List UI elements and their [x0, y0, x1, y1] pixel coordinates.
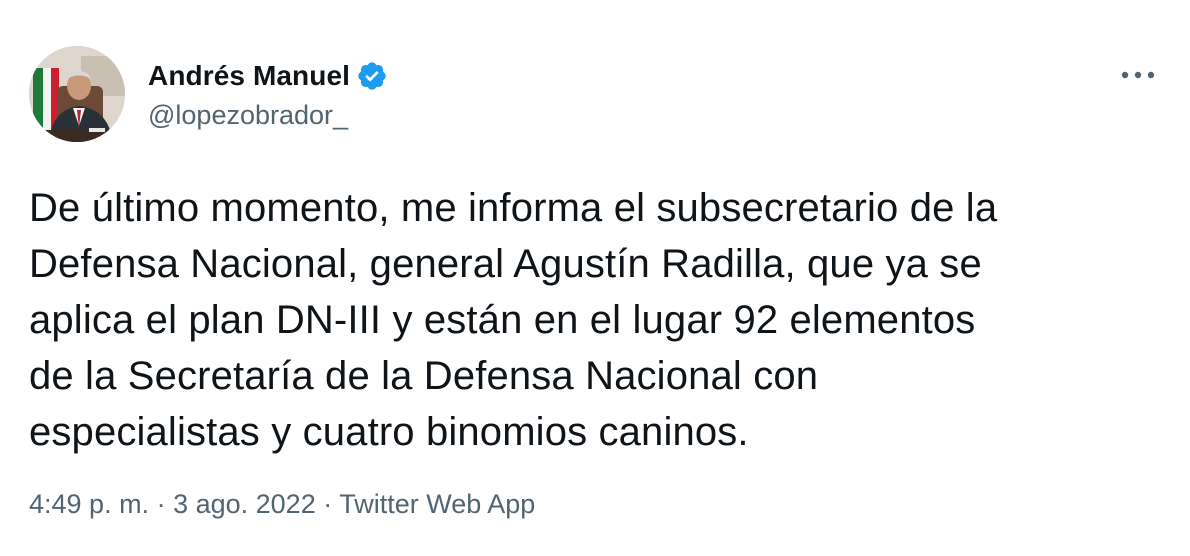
tweet-text-line: especialistas y cuatro binomios caninos. [29, 410, 749, 454]
tweet-text-line: De último momento, me informa el subsecr… [29, 186, 998, 230]
tweet-card: Andrés Manuel @lopezobrador_ De último m… [0, 0, 1190, 556]
avatar[interactable] [29, 46, 125, 142]
tweet-text-line: aplica el plan DN-III y están en el luga… [29, 298, 976, 342]
tweet-time[interactable]: 4:49 p. m. [29, 489, 149, 519]
profile-photo-icon [29, 46, 125, 142]
tweet-text: De último momento, me informa el subsecr… [29, 180, 1164, 460]
tweet-meta: 4:49 p. m. · 3 ago. 2022 · Twitter Web A… [29, 489, 535, 520]
meta-separator: · [149, 489, 174, 519]
verified-badge-icon [356, 60, 388, 92]
author-handle[interactable]: @lopezobrador_ [148, 100, 348, 131]
meta-separator: · [315, 489, 340, 519]
more-options-button[interactable] [1118, 60, 1158, 90]
tweet-source[interactable]: Twitter Web App [339, 489, 535, 519]
tweet-text-line: Defensa Nacional, general Agustín Radill… [29, 242, 982, 286]
tweet-text-line: de la Secretaría de la Defensa Nacional … [29, 354, 819, 398]
tweet-date[interactable]: 3 ago. 2022 [173, 489, 316, 519]
author-name-row[interactable]: Andrés Manuel [148, 58, 388, 94]
more-horizontal-icon [1121, 71, 1155, 79]
author-display-name[interactable]: Andrés Manuel [148, 60, 350, 92]
